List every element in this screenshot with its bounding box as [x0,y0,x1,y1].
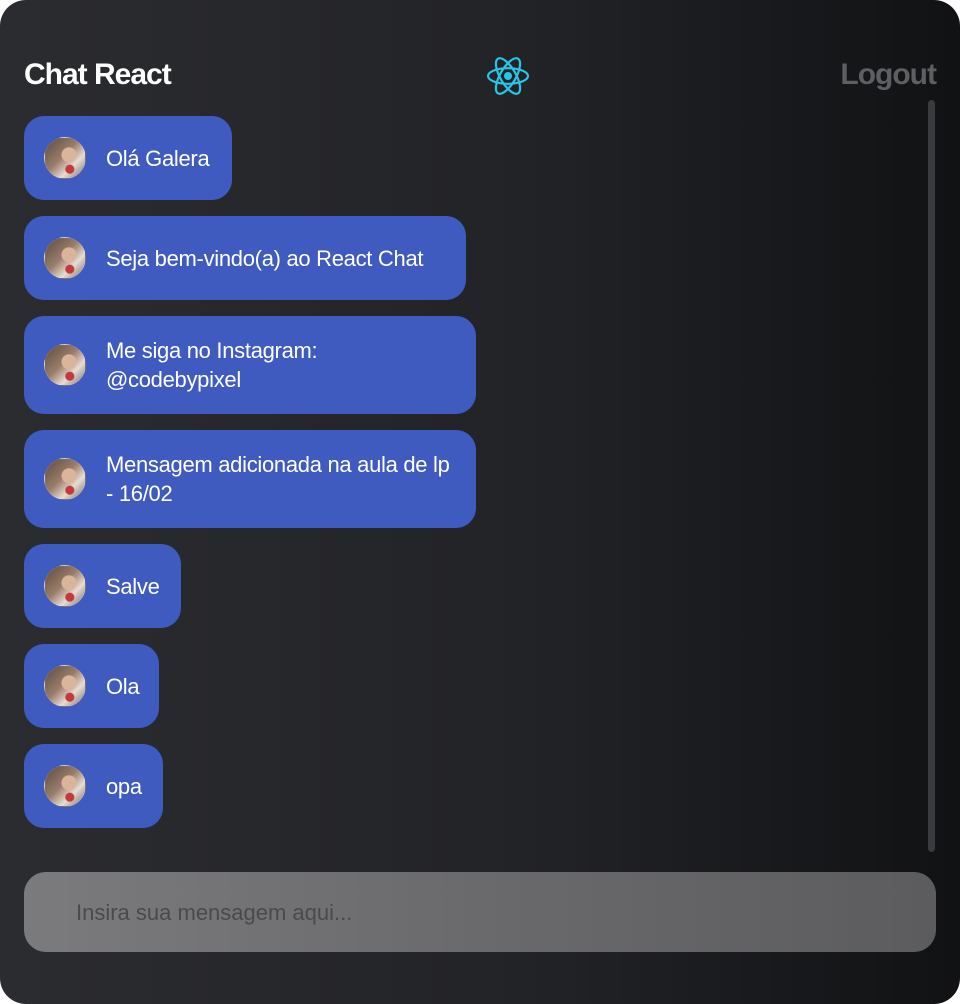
message-bubble: Mensagem adicionada na aula de lp - 16/0… [24,430,476,528]
avatar [44,237,86,279]
message-bubble: Seja bem-vindo(a) ao React Chat [24,216,466,300]
message-bubble: opa [24,744,163,828]
message-list: Olá Galera Seja bem-vindo(a) ao React Ch… [24,116,914,852]
message-text: Ola [106,673,140,699]
avatar [44,765,86,807]
message-text: Olá Galera [106,145,210,171]
message-bubble: Me siga no Instagram: @codebypixel [24,316,476,414]
app-title: Chat React [24,58,172,91]
scrollbar[interactable] [928,100,935,852]
avatar [44,565,86,607]
header: Chat React Logout [24,48,937,104]
avatar [44,458,86,500]
avatar [44,137,86,179]
message-text: Me siga no Instagram: @codebypixel [106,338,318,392]
message-bubble: Olá Galera [24,116,232,200]
chat-app: Chat React Logout Olá Galera Seja bem-vi… [0,0,960,1004]
message-text: Seja bem-vindo(a) ao React Chat [106,245,424,271]
message-bubble: Ola [24,644,159,728]
message-bubble: Salve [24,544,181,628]
logout-button[interactable]: Logout [840,58,937,92]
message-text: Mensagem adicionada na aula de lp - 16/0… [106,452,450,506]
message-input[interactable] [74,872,890,954]
message-text: opa [106,773,142,799]
avatar [44,344,86,386]
react-atom-icon [486,57,530,95]
message-composer [24,872,936,954]
avatar [44,665,86,707]
message-text: Salve [106,573,160,599]
